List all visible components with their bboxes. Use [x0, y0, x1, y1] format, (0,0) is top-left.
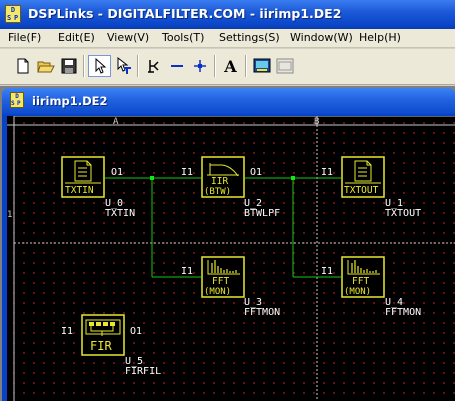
- menu-bar: File(F) Edit(E) View(V) Tools(T) Setting…: [0, 29, 455, 48]
- block-fir-icon-label: FIR: [90, 339, 112, 353]
- document-title-bar[interactable]: D S P iirimp1.DE2: [2, 88, 455, 114]
- save-button[interactable]: [57, 55, 80, 77]
- app-icon[interactable]: D S P: [5, 5, 21, 23]
- block-fft2-icon-sub: (MON): [344, 287, 371, 297]
- port-fir-o1: O1: [130, 326, 142, 337]
- port-fft2-i1: I1: [321, 266, 333, 277]
- connect-tool-button[interactable]: [111, 55, 134, 77]
- block-fft-mon-2[interactable]: FFT (MON): [341, 256, 385, 298]
- port-txtin-o1: O1: [111, 167, 123, 178]
- window-title: DSPLinks - DIGITALFILTER.COM - iirimp1.D…: [28, 6, 342, 21]
- toolbar-separator: [245, 55, 247, 77]
- text-tool-button[interactable]: A: [219, 55, 242, 77]
- select-tool-button[interactable]: [88, 55, 111, 77]
- text-tool-icon: A: [224, 56, 237, 76]
- block-fft2-type: FFTMON: [385, 307, 421, 318]
- document-title: iirimp1.DE2: [32, 94, 108, 108]
- block-fft1-type: FFTMON: [244, 307, 280, 318]
- app-icon-letter-d: D: [10, 6, 16, 14]
- block-iir[interactable]: IIR (BTW): [201, 156, 245, 198]
- component-library-icon: [253, 58, 270, 73]
- menu-help[interactable]: Help(H): [359, 31, 401, 44]
- block-iir-type: BTWLPF: [244, 208, 280, 219]
- port-fft1-i1: I1: [181, 266, 193, 277]
- block-tool-button[interactable]: [142, 55, 165, 77]
- toolbar-separator: [214, 55, 216, 77]
- junction-1[interactable]: [150, 176, 154, 180]
- menu-window[interactable]: Window(W): [290, 31, 353, 44]
- block-txtout[interactable]: TXTOUT: [341, 156, 385, 198]
- toolbar-separator: [83, 55, 85, 77]
- wire-line-icon: [170, 65, 183, 67]
- ruler-col-b: B: [314, 117, 319, 127]
- app-icon-letter-p: P: [14, 14, 19, 22]
- block-fir[interactable]: FIR: [81, 314, 125, 356]
- document-icon-letter-s: S: [11, 100, 15, 107]
- properties-button[interactable]: [273, 55, 296, 77]
- toolbar: A: [0, 49, 455, 85]
- block-txtin-icon-label: TXTIN: [65, 185, 94, 196]
- menu-tools[interactable]: Tools(T): [162, 31, 204, 44]
- block-txtout-type: TXTOUT: [385, 208, 421, 219]
- schematic-canvas[interactable]: A B 1 TXTIN O1 U_0 TXTIN IIR (BTW) I1 O1…: [7, 116, 455, 401]
- app-icon-letter-s: S: [7, 14, 12, 22]
- block-fft1-icon-label: FFT: [212, 276, 229, 287]
- block-tool-icon: [147, 60, 159, 73]
- document-icon-letter-d: D: [15, 93, 19, 100]
- junction-icon: [193, 60, 206, 72]
- properties-icon: [276, 58, 293, 74]
- connect-pointer-icon: [117, 57, 131, 74]
- junction-2[interactable]: [291, 176, 295, 180]
- wire-tool-button[interactable]: [165, 55, 188, 77]
- block-txtin-type: TXTIN: [105, 208, 135, 219]
- open-file-button[interactable]: [34, 55, 57, 77]
- toolbar-separator: [137, 55, 139, 77]
- menu-settings[interactable]: Settings(S): [219, 31, 280, 44]
- document-icon-letter-p: P: [17, 100, 21, 107]
- block-txtin[interactable]: TXTIN: [61, 156, 105, 198]
- select-pointer-icon: [95, 58, 106, 74]
- title-bar[interactable]: D S P DSPLinks - DIGITALFILTER.COM - iir…: [0, 0, 455, 29]
- junction-tool-button[interactable]: [188, 55, 211, 77]
- port-txtout-i1: I1: [321, 167, 333, 178]
- block-iir-icon-sub: (BTW): [204, 187, 231, 197]
- document-icon[interactable]: D S P: [10, 92, 24, 108]
- port-iir-o1: O1: [250, 167, 262, 178]
- block-iir-icon-label: IIR: [211, 176, 228, 187]
- block-fft2-icon-label: FFT: [352, 276, 369, 287]
- port-iir-i1: I1: [181, 167, 193, 178]
- block-fft-mon-1[interactable]: FFT (MON): [201, 256, 245, 298]
- menu-file[interactable]: File(F): [8, 31, 41, 44]
- menu-view[interactable]: View(V): [107, 31, 149, 44]
- ruler-col-a: A: [113, 117, 119, 127]
- new-file-button[interactable]: [11, 55, 34, 77]
- ruler-row-1: 1: [7, 210, 12, 220]
- menu-edit[interactable]: Edit(E): [58, 31, 95, 44]
- new-file-icon: [17, 58, 28, 74]
- block-txtout-icon-label: TXTOUT: [344, 185, 379, 196]
- component-library-button[interactable]: [250, 55, 273, 77]
- save-icon: [61, 58, 76, 74]
- open-folder-icon: [36, 61, 55, 73]
- block-fft1-icon-sub: (MON): [204, 287, 231, 297]
- block-fir-type: FIRFIL: [125, 366, 161, 377]
- port-fir-i1: I1: [61, 326, 73, 337]
